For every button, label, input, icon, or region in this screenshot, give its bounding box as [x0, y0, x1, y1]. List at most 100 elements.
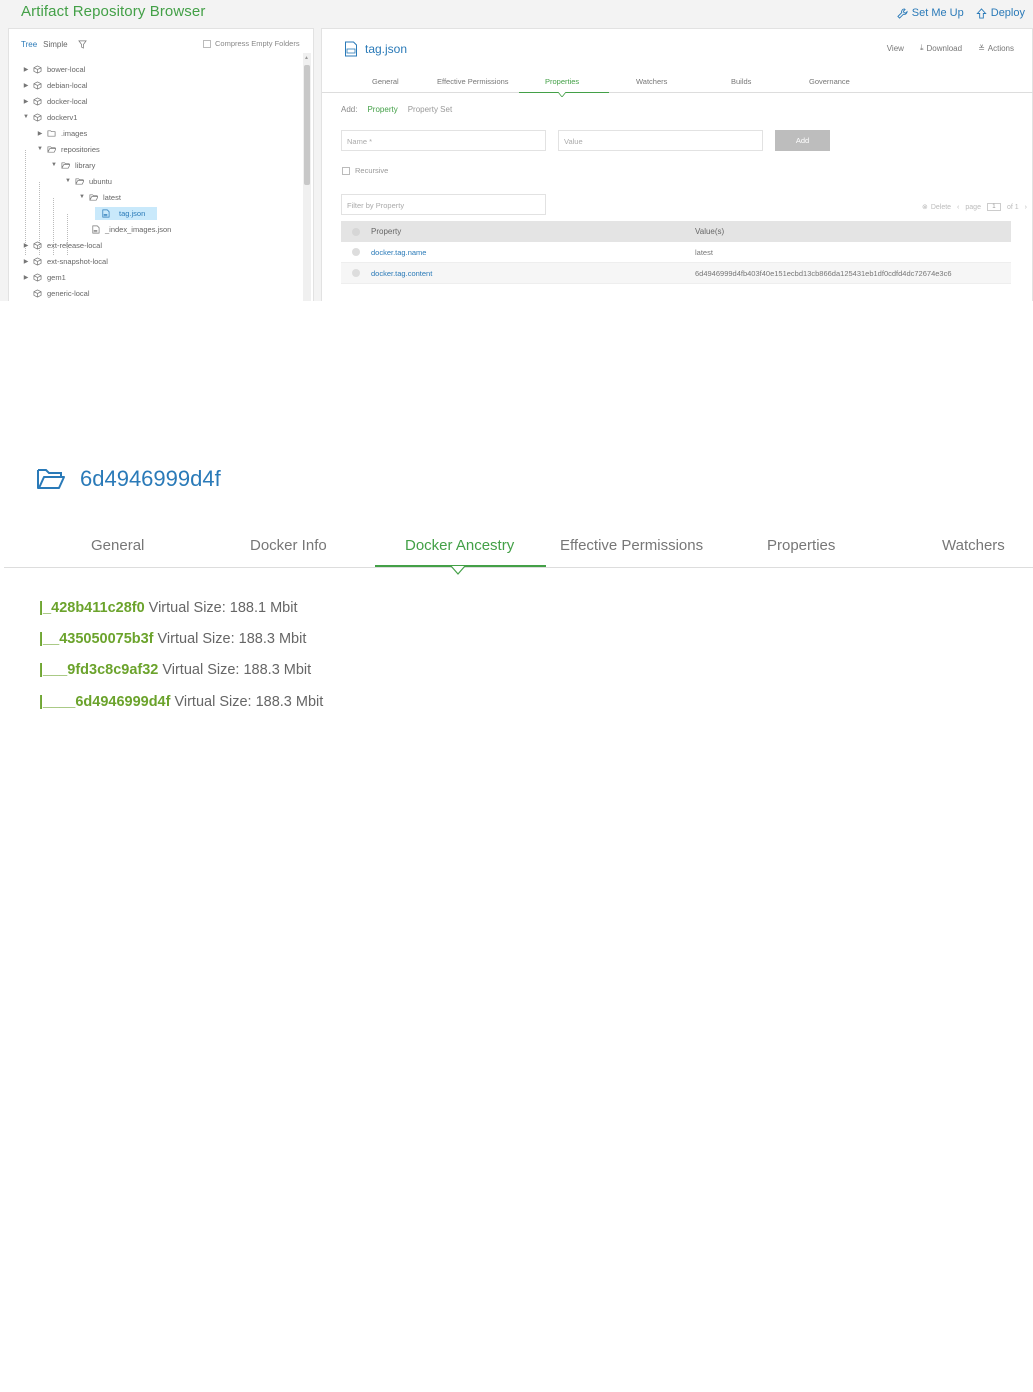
tab-general[interactable]: General — [372, 77, 399, 86]
add-property-button[interactable]: Add — [775, 130, 830, 151]
tree-item[interactable]: ▶ debian-local — [21, 77, 88, 93]
add-property-option[interactable]: Property — [367, 105, 397, 114]
tree-item[interactable]: ▶ ext-release-local — [21, 237, 102, 253]
tab-simple[interactable]: Simple — [43, 40, 67, 49]
page-input[interactable]: 1 — [986, 203, 1001, 211]
recursive-label: Recursive — [355, 166, 389, 175]
property-name-input[interactable]: Name * — [341, 130, 546, 151]
tree-item[interactable]: ▶ ext-snapshot-local — [21, 253, 108, 269]
expand-arrow-icon[interactable]: ▶ — [21, 274, 31, 281]
tab-general[interactable]: General — [91, 537, 144, 554]
collapse-arrow-icon[interactable]: ▼ — [35, 146, 45, 152]
tab-properties[interactable]: Properties — [545, 77, 579, 86]
tree-item[interactable]: ▶ .images — [35, 125, 88, 141]
folder-open-icon — [87, 193, 99, 202]
ancestry-image-id-link[interactable]: 428b411c28f0 — [51, 600, 145, 616]
tree-item[interactable]: _index_images.json — [89, 221, 171, 237]
delete-button[interactable]: ⊗ Delete — [922, 203, 951, 212]
property-value-input[interactable]: Value — [558, 130, 763, 151]
repo-icon — [31, 112, 43, 122]
tab-effective-permissions[interactable]: Effective Permissions — [437, 77, 509, 86]
add-property-set-option[interactable]: Property Set — [408, 105, 452, 114]
expand-arrow-icon[interactable]: ▶ — [21, 98, 31, 105]
tree-item[interactable]: ▼ dockerv1 — [21, 109, 77, 125]
table-row[interactable]: docker.tag.content 6d4946999d4fb403f40e1… — [341, 263, 1011, 284]
tree-item-label: docker-local — [47, 96, 88, 106]
set-me-up-button[interactable]: Set Me Up — [897, 7, 964, 19]
ancestry-prefix: |___ — [39, 662, 68, 679]
deploy-button[interactable]: Deploy — [976, 7, 1025, 19]
tree-item[interactable]: ▶ gem1 — [21, 269, 66, 285]
collapse-arrow-icon[interactable]: ▼ — [49, 162, 59, 168]
ancestry-prefix: |_ — [39, 599, 52, 616]
expand-arrow-icon[interactable]: ▶ — [21, 242, 31, 249]
collapse-arrow-icon[interactable]: ▼ — [63, 178, 73, 184]
property-key-link[interactable]: docker.tag.name — [371, 248, 695, 257]
tree-item[interactable]: ▼ ubuntu — [63, 173, 112, 189]
tree-item[interactable]: ▶ docker-local — [21, 93, 88, 109]
add-label: Add: — [341, 105, 358, 114]
ancestry-prefix: |____ — [39, 693, 76, 710]
tree-item[interactable]: ▼ library — [49, 157, 95, 173]
select-all-radio[interactable] — [352, 227, 360, 236]
tree-item-label: debian-local — [47, 80, 88, 90]
row-select-radio[interactable] — [352, 269, 360, 277]
page-suffix: of 1 — [1006, 203, 1019, 211]
tree-view-tabs: Tree Simple — [21, 40, 87, 49]
tab-watchers[interactable]: Watchers — [942, 537, 1005, 554]
tree-item-selected[interactable]: tag.json — [95, 205, 158, 221]
folder-title: 6d4946999d4f — [80, 466, 221, 491]
file-json-icon — [345, 41, 357, 57]
tab-tree[interactable]: Tree — [21, 40, 37, 49]
collapse-arrow-icon[interactable]: ▼ — [21, 114, 31, 120]
folder-icon — [45, 129, 57, 138]
property-key-link[interactable]: docker.tag.content — [371, 269, 695, 278]
filter-property-input[interactable]: Filter by Property — [341, 194, 546, 215]
scroll-thumb[interactable] — [304, 65, 310, 185]
tab-builds[interactable]: Builds — [731, 77, 751, 86]
repo-icon — [31, 96, 43, 106]
tree-item-label: dockerv1 — [47, 112, 78, 122]
next-page-icon[interactable]: › — [1025, 204, 1027, 211]
ancestry-image-id-link[interactable]: 9fd3c8c9af32 — [67, 662, 158, 678]
tree-scrollbar[interactable]: ▲ — [303, 53, 311, 301]
tree-item[interactable]: generic-local — [31, 285, 90, 301]
table-row[interactable]: docker.tag.name latest — [341, 242, 1011, 263]
tab-watchers[interactable]: Watchers — [636, 77, 667, 86]
header-property[interactable]: Property — [371, 227, 695, 236]
filter-icon[interactable] — [77, 40, 87, 49]
row-select-radio[interactable] — [352, 248, 360, 256]
tab-docker-ancestry[interactable]: Docker Ancestry — [405, 537, 514, 554]
file-tabs: General Effective Permissions Properties… — [322, 73, 1033, 97]
actions-menu-button[interactable]: ≚ Actions — [978, 43, 1014, 53]
download-button[interactable]: ⤓ Download — [920, 43, 962, 53]
compress-checkbox[interactable] — [203, 39, 211, 48]
tab-properties[interactable]: Properties — [767, 537, 835, 554]
tree-item[interactable]: ▼ latest — [77, 189, 121, 205]
expand-arrow-icon[interactable]: ▶ — [21, 258, 31, 265]
tab-docker-info[interactable]: Docker Info — [250, 537, 327, 554]
tab-governance[interactable]: Governance — [809, 77, 850, 86]
tree-item[interactable]: ▶ bower-local — [21, 61, 86, 77]
recursive-option[interactable]: Recursive — [342, 166, 388, 175]
ancestry-item: |__ 435050075b3f Virtual Size: 188.3 Mbi… — [39, 623, 323, 654]
view-button[interactable]: View — [887, 43, 904, 53]
expand-arrow-icon[interactable]: ▶ — [21, 66, 31, 73]
tree-item[interactable]: ▼ repositories — [35, 141, 100, 157]
tab-effective-permissions[interactable]: Effective Permissions — [560, 537, 703, 554]
recursive-checkbox[interactable] — [342, 166, 350, 175]
scroll-up-icon[interactable]: ▲ — [304, 55, 309, 61]
expand-arrow-icon[interactable]: ▶ — [21, 82, 31, 89]
compress-label: Compress Empty Folders — [215, 39, 300, 48]
prev-page-icon[interactable]: ‹ — [957, 204, 959, 211]
top-bar: Artifact Repository Browser Set Me Up De… — [0, 0, 1033, 28]
expand-arrow-icon[interactable]: ▶ — [35, 130, 45, 137]
compress-empty-folders[interactable]: Compress Empty Folders — [203, 39, 300, 48]
tree-item-label: ubuntu — [89, 176, 112, 186]
collapse-arrow-icon[interactable]: ▼ — [77, 194, 87, 200]
header-values[interactable]: Value(s) — [695, 227, 1011, 236]
ancestry-image-id-link[interactable]: 6d4946999d4f — [75, 694, 170, 710]
ancestry-size: Virtual Size: 188.3 Mbit — [174, 693, 324, 710]
ancestry-image-id-link[interactable]: 435050075b3f — [59, 631, 153, 647]
folder-header: 6d4946999d4f — [36, 466, 221, 492]
